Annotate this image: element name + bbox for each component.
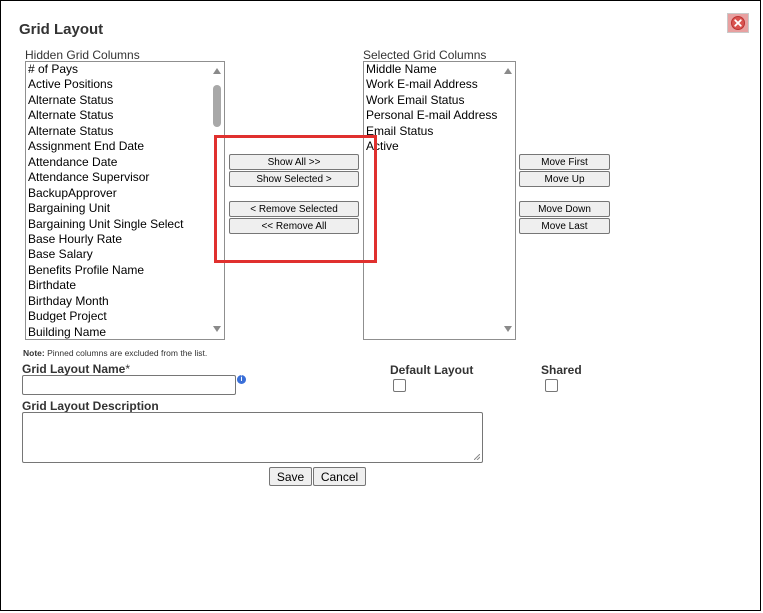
list-item[interactable]: Work E-mail Address [366,77,501,92]
selected-columns-scrollbar[interactable] [502,62,515,339]
list-item[interactable]: Alternate Status [28,93,210,108]
list-item[interactable]: Middle Name [366,62,501,77]
default-layout-checkbox[interactable] [393,379,406,392]
default-layout-label: Default Layout [390,363,474,377]
shared-label: Shared [541,363,582,377]
grid-layout-dialog: Grid Layout Hidden Grid Columns # of Pay… [0,0,761,611]
hidden-columns-listbox[interactable]: # of Pays Active Positions Alternate Statu… [25,61,225,340]
list-item[interactable]: Attendance Date [28,155,210,170]
resize-handle-icon[interactable] [474,454,480,460]
list-item[interactable]: # of Pays [28,62,210,77]
cancel-button[interactable]: Cancel [313,467,366,486]
list-item[interactable]: Active [366,139,501,154]
selected-columns-listbox[interactable]: Middle Name Work E-mail Address Work Email… [363,61,516,340]
move-down-button[interactable]: Move Down [519,201,610,217]
selected-columns-items: Middle Name Work E-mail Address Work Email… [366,62,501,155]
list-item[interactable]: Budget Project [28,309,210,324]
list-item[interactable]: Birthday Month [28,294,210,309]
note-text: Pinned columns are excluded from the lis… [44,348,208,358]
layout-name-label: Grid Layout Name* [22,362,130,376]
move-first-button[interactable]: Move First [519,154,610,170]
scroll-down-arrow-icon[interactable] [504,326,512,332]
layout-name-input[interactable] [22,375,236,395]
list-item[interactable]: Attendance Supervisor [28,170,210,185]
move-up-button[interactable]: Move Up [519,171,610,187]
list-item[interactable]: Active Positions [28,77,210,92]
list-item[interactable]: Assignment End Date [28,139,210,154]
pinned-columns-note: Note: Pinned columns are excluded from t… [23,348,207,358]
list-item[interactable]: Building Name [28,325,210,339]
scroll-thumb[interactable] [213,85,221,127]
selected-columns-label: Selected Grid Columns [363,48,487,62]
list-item[interactable]: Alternate Status [28,108,210,123]
list-item[interactable]: Alternate Status [28,124,210,139]
note-prefix: Note: [23,348,45,358]
close-button[interactable] [727,13,749,33]
close-icon [731,16,745,30]
layout-description-label: Grid Layout Description [22,399,159,413]
hidden-columns-items: # of Pays Active Positions Alternate Statu… [28,62,210,339]
layout-description-textarea[interactable] [22,412,483,463]
info-icon[interactable]: i [237,375,246,384]
list-item[interactable]: Base Salary [28,247,210,262]
required-asterisk: * [125,362,131,376]
scroll-up-arrow-icon[interactable] [504,68,512,74]
list-item[interactable]: Email Status [366,124,501,139]
scroll-down-arrow-icon[interactable] [213,326,221,332]
shared-checkbox[interactable] [545,379,558,392]
hidden-columns-label: Hidden Grid Columns [25,48,140,62]
list-item[interactable]: Work Email Status [366,93,501,108]
list-item[interactable]: Bargaining Unit [28,201,210,216]
list-item[interactable]: Benefits Profile Name [28,263,210,278]
move-last-button[interactable]: Move Last [519,218,610,234]
list-item[interactable]: BackupApprover [28,186,210,201]
dialog-title: Grid Layout [19,21,104,38]
highlight-annotation-box [214,135,377,263]
list-item[interactable]: Personal E-mail Address [366,108,501,123]
layout-name-label-text: Grid Layout Name [22,362,126,376]
save-button[interactable]: Save [269,467,312,486]
scroll-up-arrow-icon[interactable] [213,68,221,74]
list-item[interactable]: Bargaining Unit Single Select [28,217,210,232]
list-item[interactable]: Birthdate [28,278,210,293]
list-item[interactable]: Base Hourly Rate [28,232,210,247]
